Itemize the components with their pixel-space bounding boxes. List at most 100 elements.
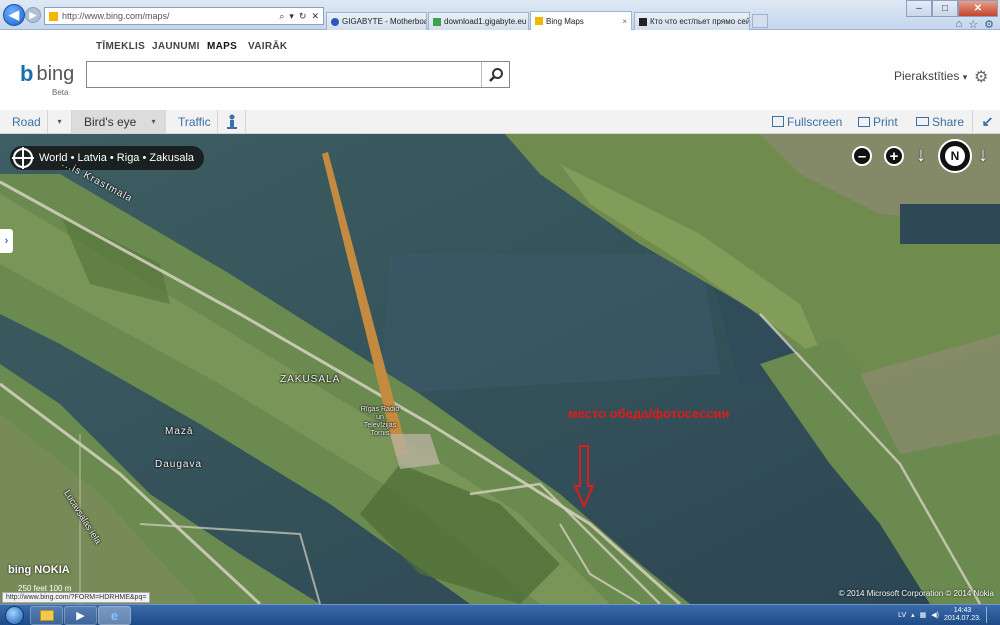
streetside-button[interactable] [218,110,246,133]
tab-label: Кто что ест/пьет прямо сейч... [650,17,750,26]
new-tab-button[interactable] [752,14,768,28]
taskbar: ▶ e LV ▴ ▦ ◀) 14:43 2014.07.23. [0,604,1000,625]
nav-news[interactable]: JAUNUMI [152,41,200,52]
road-button[interactable]: Road [0,110,48,133]
share-label: Share [932,114,965,129]
taskbar-media[interactable]: ▶ [64,606,97,625]
compass-north: N [945,146,965,166]
maximize-button[interactable]: □ [932,0,958,17]
person-icon [226,114,237,129]
map-label-daugava: Daugava [155,459,203,470]
fullscreen-icon [772,116,784,127]
taskbar-ie[interactable]: e [98,606,131,625]
traffic-button[interactable]: Traffic [166,110,218,133]
search-icon[interactable]: ⌕ [279,11,284,22]
print-button[interactable]: Print [858,110,898,133]
rotate-left-icon[interactable]: ↓ [916,144,926,167]
tab-label: GIGABYTE - Motherboard - So... [342,17,426,26]
site-icon [639,17,647,26]
play-icon: ▶ [76,610,85,622]
logo-text: bing [36,62,75,85]
compass-button[interactable]: N [938,139,972,173]
stop-icon[interactable]: ✕ [311,11,319,22]
tab-label: download1.gigabyte.eu [444,17,527,26]
fullscreen-label: Fullscreen [787,114,843,129]
chevron-down-icon: ▾ [151,117,156,126]
search-input[interactable] [86,61,510,88]
beta-label: Beta [52,88,69,97]
browser-tab-forum[interactable]: Кто что ест/пьет прямо сейч... [634,12,750,30]
status-url: http://www.bing.com/?FORM=HDRHME&pq= [2,592,151,603]
browser-tab-bing-maps[interactable]: Bing Maps × [530,11,632,30]
back-arrow-icon[interactable]: ◀ [3,4,25,26]
bing-logo[interactable]: b bing [20,61,74,87]
window-controls: – □ ✕ [906,0,998,17]
print-label: Print [873,114,898,129]
aerial-imagery [0,134,1000,604]
copyright-text: © 2014 Microsoft Corporation © 2014 Noki… [838,589,994,598]
bing-nokia-watermark: bing NOKIA [8,564,70,576]
forward-arrow-icon[interactable]: ▶ [25,7,41,23]
bing-header: TĪMEKLIS JAUNUMI MAPS VAIRĀK b bing Beta… [0,31,1000,109]
search-icon [488,67,503,82]
refresh-icon[interactable]: ↻ [299,11,307,22]
browser-tab-download[interactable]: download1.gigabyte.eu [428,12,529,30]
gear-icon[interactable]: ⚙ [974,67,988,87]
fullscreen-button[interactable]: Fullscreen [772,110,842,133]
chevron-down-icon: ▾ [57,117,62,126]
breadcrumb[interactable]: World • Latvia • Riga • Zakusala [10,146,205,170]
tray-arrow-icon[interactable]: ▴ [911,611,915,619]
address-tools: ⌕ ▾ ↻ ✕ [279,11,323,22]
map-toolbar: Road ▾ Bird's eye ▾ Traffic Fullscreen P… [0,110,1000,134]
clock[interactable]: 14:43 2014.07.23. [944,607,981,623]
map-label-maza: Mazā [165,426,194,437]
browser-chrome: ◀ ▶ http://www.bing.com/maps/ ⌕ ▾ ↻ ✕ GI… [0,0,1000,31]
map-view[interactable]: World • Latvia • Riga • Zakusala › – + ↓… [0,134,1000,604]
start-button[interactable] [5,606,24,625]
system-tray: LV ▴ ▦ ◀) 14:43 2014.07.23. [898,607,994,623]
nav-maps[interactable]: MAPS [207,41,237,52]
map-label-tower: Rīgas Radio un Televīzijas Tornis [360,406,400,437]
ie-icon: e [110,608,119,623]
envelope-icon [916,117,929,126]
clock-time: 14:43 [953,607,972,614]
language-indicator[interactable]: LV [898,612,906,619]
panel-expand-icon[interactable]: › [0,229,13,253]
collapse-icon[interactable]: ↙ [975,110,1000,133]
download-icon [433,17,441,26]
rotate-right-icon[interactable]: ↓ [978,144,988,167]
close-tab-icon[interactable]: × [619,17,627,26]
address-bar[interactable]: http://www.bing.com/maps/ ⌕ ▾ ↻ ✕ [44,7,324,25]
gigabyte-icon [331,17,339,26]
home-icon[interactable]: ⌂ [956,18,963,31]
birds-eye-button[interactable]: Bird's eye [72,110,142,133]
network-icon[interactable]: ▦ [920,611,927,619]
browser-tools: ⌂ ☆ ⚙ [956,18,994,31]
signin-link[interactable]: Pierakstīties ▾ [894,69,967,83]
share-button[interactable]: Share [916,110,974,133]
locate-icon[interactable] [12,147,34,169]
dropdown-icon[interactable]: ▾ [289,11,294,22]
close-button[interactable]: ✕ [958,0,998,17]
address-url[interactable]: http://www.bing.com/maps/ [62,11,170,21]
chevron-down-icon: ▾ [962,72,968,82]
road-dropdown[interactable]: ▾ [48,110,72,133]
volume-icon[interactable]: ◀) [931,611,939,619]
nav-more[interactable]: VAIRĀK [248,41,287,52]
browser-tab-gigabyte[interactable]: GIGABYTE - Motherboard - So... [326,12,427,30]
nav-web[interactable]: TĪMEKLIS [96,41,145,52]
tab-label: Bing Maps [546,16,584,26]
search-button[interactable] [481,62,509,87]
settings-icon[interactable]: ⚙ [984,18,994,31]
taskbar-explorer[interactable] [30,606,63,625]
zoom-in-button[interactable]: + [884,146,904,166]
map-label-zakusala: ZAKUSALA [280,374,341,385]
minimize-button[interactable]: – [906,0,932,17]
bing-icon [535,17,543,25]
favorites-icon[interactable]: ☆ [968,18,978,31]
show-desktop-button[interactable] [986,607,994,623]
zoom-out-button[interactable]: – [852,146,872,166]
birds-eye-dropdown[interactable]: ▾ [142,110,166,133]
annotation-text: место обеда/фотосессии [568,406,730,421]
signin-label: Pierakstīties [894,69,960,83]
